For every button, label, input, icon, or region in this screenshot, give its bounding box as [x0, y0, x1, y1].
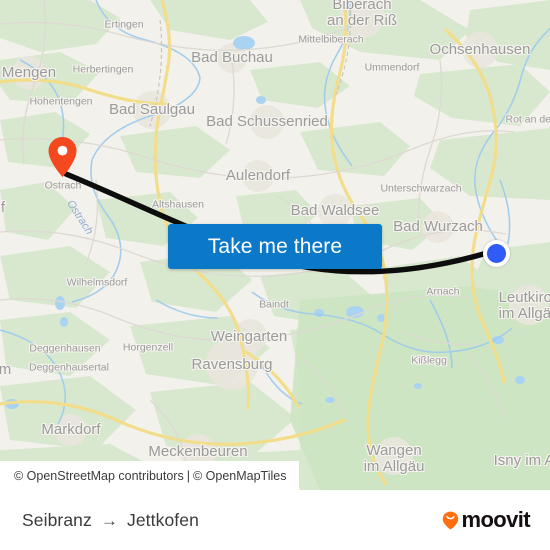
moovit-route-card: Ertingen Biberach an der Riß Mittelbiberach… [0, 0, 550, 550]
destination-dot-inner [487, 244, 506, 263]
moovit-logo[interactable]: moovit [442, 507, 531, 532]
take-me-there-button[interactable]: Take me there [168, 224, 382, 269]
osm-attribution-link[interactable]: © OpenStreetMap contributors [14, 469, 184, 483]
origin-pin-marker[interactable] [47, 136, 78, 178]
attribution-separator: | [186, 468, 190, 483]
destination-dot-marker[interactable] [483, 240, 510, 267]
journey-origin-label: Seibranz [22, 509, 92, 530]
arrow-right-icon: → [100, 510, 118, 530]
journey-destination-label: Jettkofen [126, 509, 199, 530]
journey-summary: Seibranz → Jettkofen [22, 510, 199, 531]
footer-bar: Seibranz → Jettkofen moovit [0, 490, 550, 550]
map-attribution: © OpenStreetMap contributors | © OpenMap… [0, 461, 299, 490]
origin-pin-icon [48, 137, 77, 177]
moovit-wordmark: moovit [461, 507, 530, 532]
map-canvas[interactable]: Ertingen Biberach an der Riß Mittelbiberach… [0, 0, 550, 490]
moovit-pin-smiley-icon [443, 511, 459, 529]
openmaptiles-attribution-link[interactable]: © OpenMapTiles [193, 469, 287, 483]
